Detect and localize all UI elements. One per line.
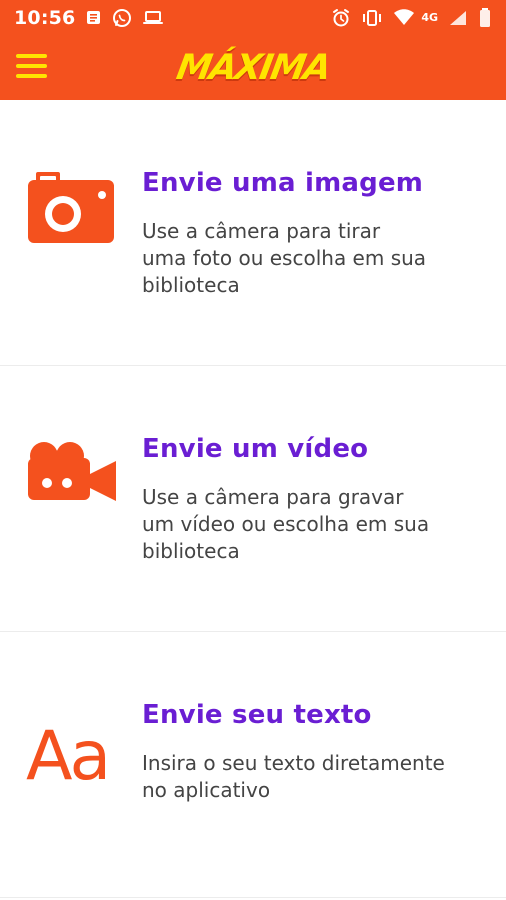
- send-image-item[interactable]: Envie uma imagem Use a câmera para tirar…: [0, 100, 506, 366]
- maxima-logo: MÁXIMA: [173, 48, 333, 88]
- description-line: biblioteca: [142, 273, 240, 297]
- vibrate-icon: [363, 9, 382, 26]
- network-label: 4G: [421, 11, 438, 24]
- video-camera-icon: [28, 442, 116, 501]
- text-icon: Aa: [26, 717, 111, 796]
- description-line: biblioteca: [142, 539, 240, 563]
- battery-icon: [480, 7, 490, 27]
- send-text-item[interactable]: Aa Envie seu texto Insira o seu texto di…: [0, 632, 506, 898]
- description-line: uma foto ou escolha em sua: [142, 246, 427, 270]
- status-left: 10:56: [14, 7, 164, 29]
- status-bar: 10:56 4G: [0, 0, 506, 35]
- status-time: 10:56: [14, 6, 76, 29]
- send-video-description: Use a câmera para gravar um vídeo ou esc…: [142, 484, 482, 565]
- status-right: 4G: [331, 7, 492, 29]
- description-line: um vídeo ou escolha em sua: [142, 512, 430, 536]
- laptop-icon: [143, 10, 164, 24]
- description-line: no aplicativo: [142, 778, 271, 802]
- description-line: Use a câmera para tirar: [142, 219, 381, 243]
- notification-message-icon: [87, 11, 101, 24]
- send-video-item[interactable]: Envie um vídeo Use a câmera para gravar …: [0, 366, 506, 632]
- app-bar: MÁXIMA: [0, 35, 506, 100]
- menu-icon-line: [16, 74, 47, 78]
- options-list: Envie uma imagem Use a câmera para tirar…: [0, 100, 506, 898]
- camera-icon: [28, 172, 114, 243]
- signal-icon: [450, 10, 466, 25]
- app-screen: 10:56 4G MÁXIMA Envie uma imagem Use a c…: [0, 0, 506, 900]
- wifi-icon: [394, 8, 415, 25]
- alarm-icon: [333, 8, 350, 26]
- menu-icon[interactable]: [16, 52, 48, 79]
- menu-icon-line: [16, 64, 47, 68]
- send-text-title: Envie seu texto: [142, 700, 372, 730]
- description-line: Insira o seu texto diretamente: [142, 751, 445, 775]
- whatsapp-icon: [113, 8, 132, 27]
- top-app-bar: 10:56 4G MÁXIMA: [0, 0, 506, 100]
- description-line: Use a câmera para gravar: [142, 485, 404, 509]
- send-video-title: Envie um vídeo: [142, 434, 369, 464]
- menu-icon-line: [16, 54, 47, 58]
- send-text-description: Insira o seu texto diretamente no aplica…: [142, 750, 482, 804]
- send-image-description: Use a câmera para tirar uma foto ou esco…: [142, 218, 482, 299]
- send-image-title: Envie uma imagem: [142, 168, 424, 198]
